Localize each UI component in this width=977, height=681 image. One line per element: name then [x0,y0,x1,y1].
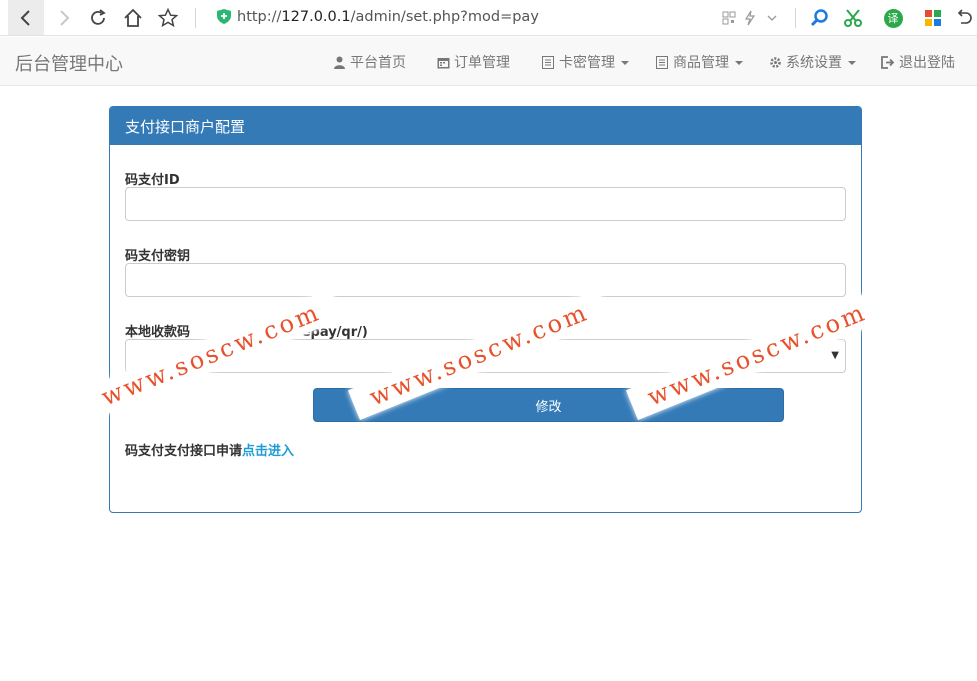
apply-link[interactable]: 点击进入 [242,444,294,459]
screenshot-button[interactable] [843,8,863,28]
undo-button[interactable] [954,8,974,28]
url-path: /admin/set.php?mod=pay [350,9,539,25]
back-icon [20,9,30,26]
toolbar-divider [195,8,196,28]
url-prefix: http:// [237,9,282,25]
gear-icon [768,55,782,69]
browser-toolbar: http://127.0.0.1/admin/set.php?mod=pay 译 [0,0,977,36]
apps-button[interactable] [923,8,943,28]
nav-item-orders[interactable]: 订单管理 [436,52,510,72]
select-arrow-icon: ▼ [831,350,839,361]
speed-mode-button[interactable] [740,8,760,28]
codepay-key-input[interactable] [125,263,846,297]
nav-item-label: 退出登陆 [899,55,955,71]
home-icon [124,8,142,27]
caret-down-icon [735,61,743,65]
brand-title[interactable]: 后台管理中心 [15,50,123,76]
apply-text: 码支付支付接口申请 [125,444,243,459]
pay-config-panel: 支付接口商户配置 码支付ID 码支付密钥 本地收款码 至/codepay/qr/)… [109,106,862,513]
forward-icon [60,9,70,26]
caret-down-icon [848,61,856,65]
reload-button[interactable] [80,0,116,35]
lightning-icon [744,10,756,26]
reload-icon [91,8,106,25]
scissors-icon [844,9,862,27]
logout-icon [881,55,895,69]
star-icon [158,7,178,27]
nav-item-label: 商品管理 [673,55,729,71]
codepay-id-input[interactable] [125,187,846,221]
nav-item-home[interactable]: 平台首页 [332,52,406,72]
address-dropdown[interactable] [762,8,782,28]
apps-icon [925,10,941,26]
codepay-key-label: 码支付密钥 [125,249,191,264]
back-button[interactable] [8,0,44,35]
qr-icon [722,11,736,25]
shield-icon [217,9,231,24]
forward-button[interactable] [46,0,82,35]
qr-code-label-start: 本地收款码 [125,325,191,340]
nav-item-label: 卡密管理 [559,55,615,71]
admin-navbar: 后台管理中心 平台首页 订单管理 卡密管理 商品管理 系统设置 退出登陆 [0,37,977,86]
chevron-down-icon [767,15,777,21]
panel-title: 支付接口商户配置 [110,107,861,145]
translate-icon: 译 [883,8,903,28]
nav-item-cards[interactable]: 卡密管理 [541,52,629,72]
list-icon [655,55,669,69]
translate-button[interactable]: 译 [883,8,903,28]
list-icon [541,55,555,69]
search-icon [810,9,828,27]
undo-icon [957,9,972,24]
nav-item-label: 系统设置 [786,55,842,71]
codepay-id-label: 码支付ID [125,173,180,188]
calendar-icon [436,55,450,69]
search-button[interactable] [810,8,830,28]
nav-item-label: 平台首页 [350,55,406,71]
address-bar[interactable]: http://127.0.0.1/admin/set.php?mod=pay [237,9,539,25]
home-button[interactable] [115,0,151,35]
toolbar-divider [795,8,796,28]
apply-line: 码支付支付接口申请点击进入 [125,440,294,459]
nav-item-logout[interactable]: 退出登陆 [881,52,955,72]
url-host: 127.0.0.1 [281,9,351,25]
nav-item-products[interactable]: 商品管理 [655,52,743,72]
bookmark-button[interactable] [150,0,186,35]
nav-item-label: 订单管理 [454,55,510,71]
nav-item-settings[interactable]: 系统设置 [768,52,856,72]
caret-down-icon [621,61,629,65]
translate-label: 译 [887,12,899,25]
user-icon [332,55,346,69]
qr-button[interactable] [719,8,739,28]
